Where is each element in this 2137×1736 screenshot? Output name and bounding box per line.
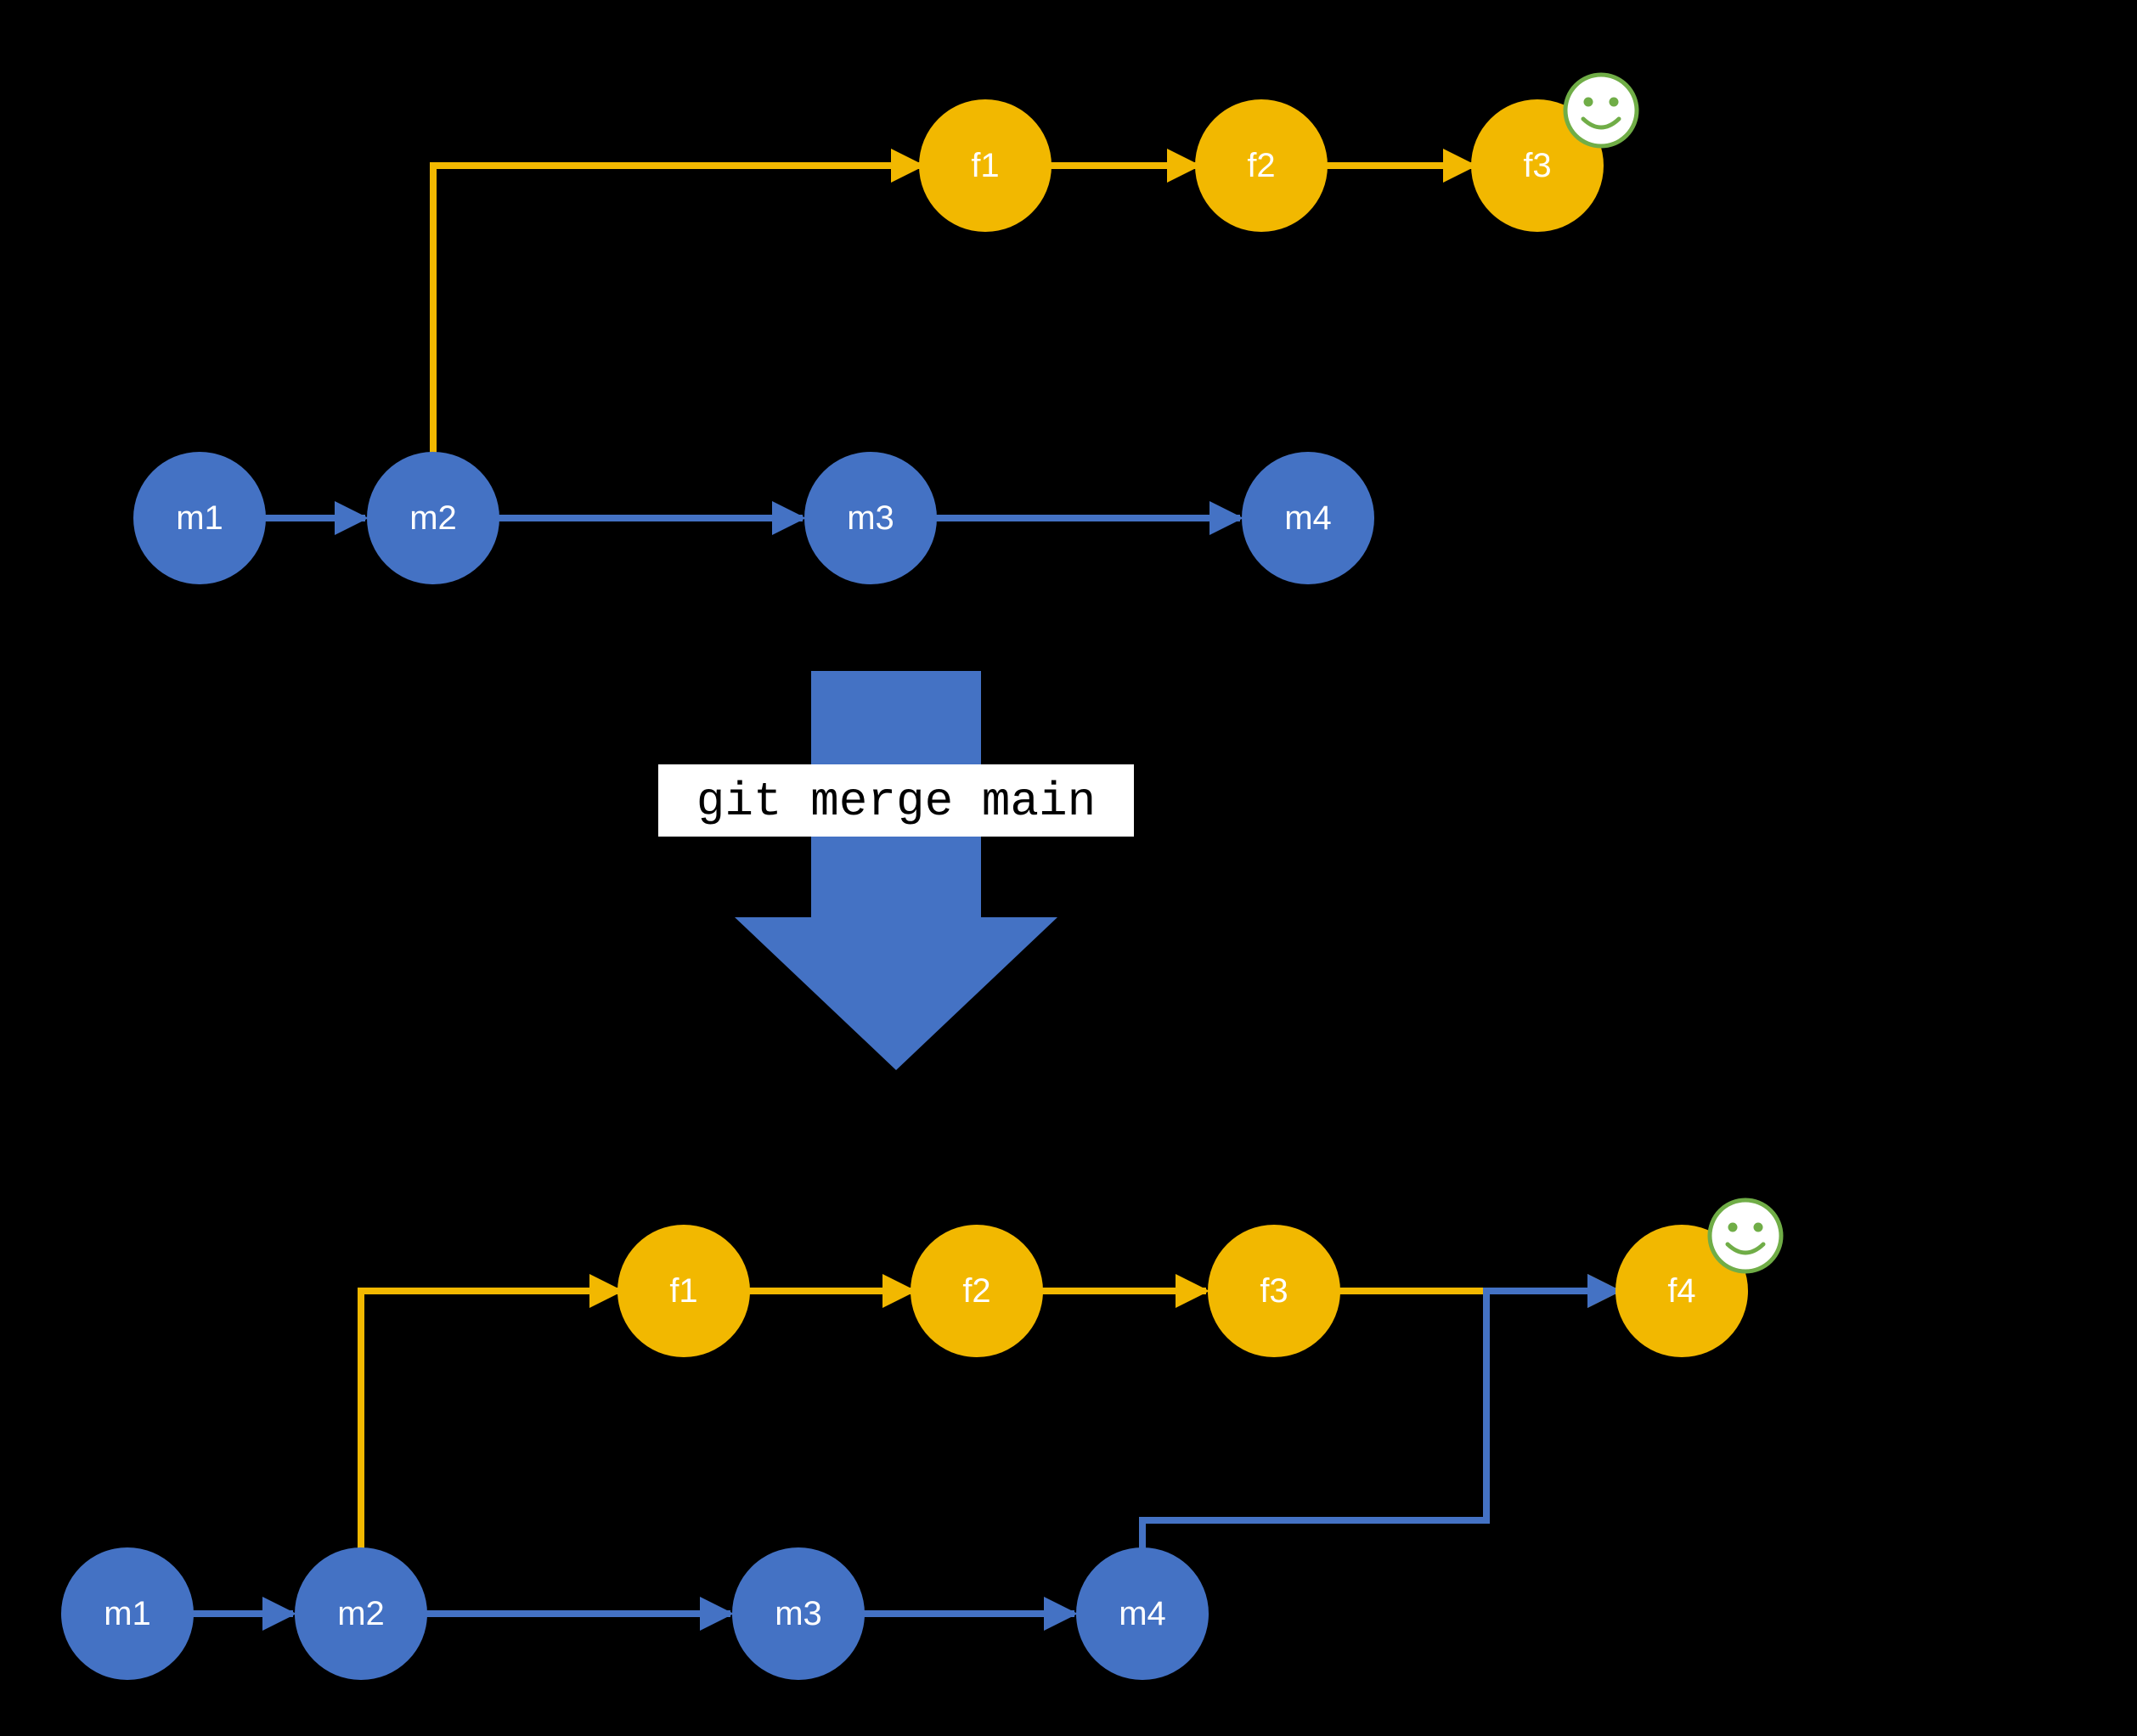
label-f3-before: f3	[1523, 147, 1551, 184]
node-m3-before: m3	[804, 452, 937, 584]
label-f4-after: f4	[1667, 1272, 1695, 1310]
label-m2-before: m2	[409, 499, 457, 537]
transition-arrow: git merge main	[658, 671, 1134, 1070]
edge-m2-f1-after	[361, 1291, 620, 1550]
label-m3-after: m3	[775, 1595, 822, 1632]
node-m4-before: m4	[1242, 452, 1374, 584]
label-f2-before: f2	[1247, 147, 1275, 184]
label-m3-before: m3	[847, 499, 894, 537]
label-f1-before: f1	[971, 147, 999, 184]
edge-m2-f1	[433, 166, 922, 454]
node-m4-after: m4	[1076, 1547, 1209, 1680]
label-m2-after: m2	[337, 1595, 385, 1632]
node-m2-after: m2	[295, 1547, 427, 1680]
head-smiley-icon-before	[1565, 75, 1637, 146]
label-m4-before: m4	[1284, 499, 1332, 537]
node-f2-before: f2	[1195, 99, 1328, 232]
label-m1-before: m1	[176, 499, 223, 537]
label-f3-after: f3	[1260, 1272, 1288, 1310]
node-m1-after: m1	[61, 1547, 194, 1680]
node-m2-before: m2	[367, 452, 499, 584]
before-graph: m1 m2 m3 m4 f1 f2 f3	[133, 75, 1637, 584]
head-smiley-icon-after	[1710, 1200, 1781, 1271]
after-graph: m1 m2 m3 m4 f1 f2 f3 f4	[61, 1200, 1781, 1680]
node-f3-after: f3	[1208, 1225, 1340, 1357]
command-text: git merge main	[696, 775, 1096, 829]
node-m1-before: m1	[133, 452, 266, 584]
git-merge-diagram: m1 m2 m3 m4 f1 f2 f3	[0, 0, 2137, 1736]
node-f1-before: f1	[919, 99, 1052, 232]
node-f2-after: f2	[911, 1225, 1043, 1357]
label-f2-after: f2	[962, 1272, 990, 1310]
label-m4-after: m4	[1119, 1595, 1166, 1632]
edge-m4-f4-after	[1142, 1291, 1618, 1550]
node-f1-after: f1	[617, 1225, 750, 1357]
label-m1-after: m1	[104, 1595, 151, 1632]
node-m3-after: m3	[732, 1547, 865, 1680]
label-f1-after: f1	[669, 1272, 697, 1310]
